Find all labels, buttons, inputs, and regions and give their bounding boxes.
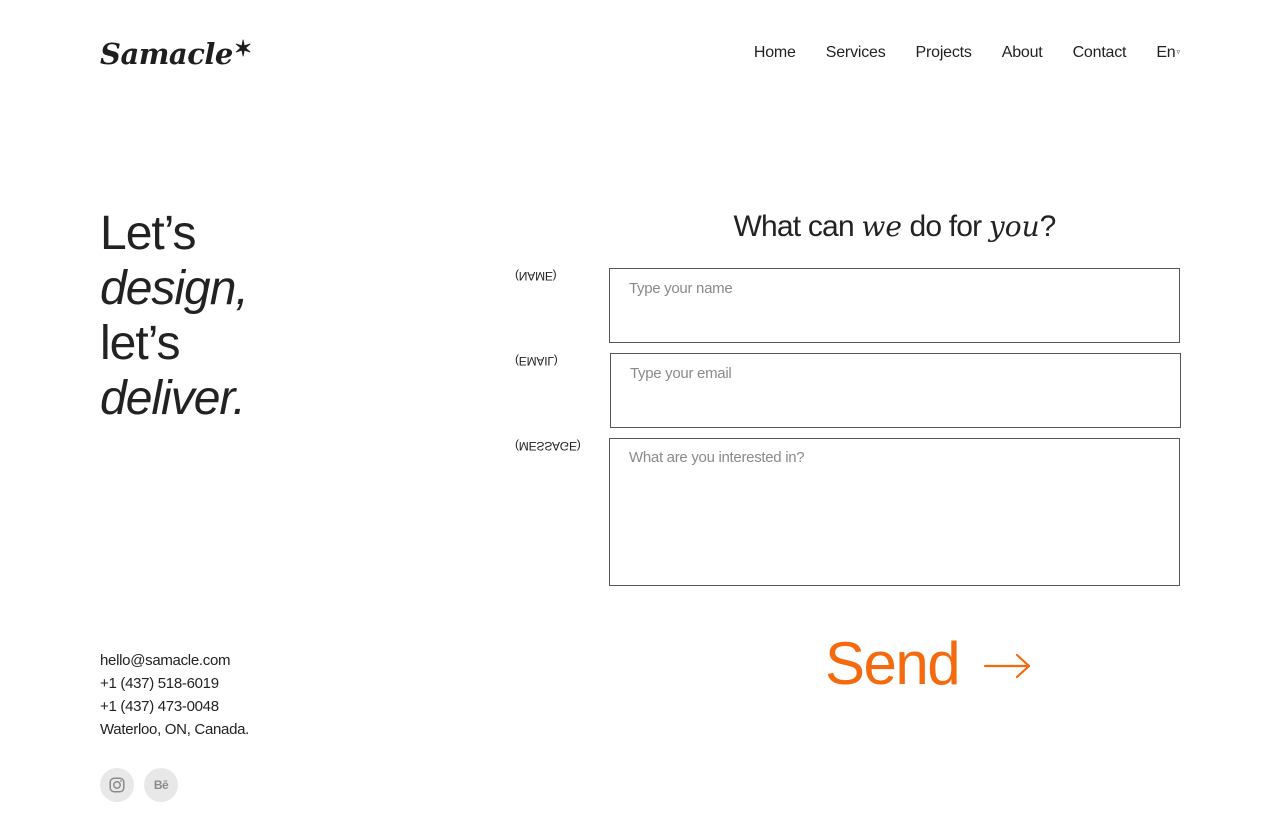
instagram-icon [109,777,125,793]
send-button[interactable]: Send [825,628,1033,700]
email-label-text: (EMAIL) [515,354,558,368]
contact-phone[interactable]: +1 (437) 473-0048 [100,695,249,718]
behance-button[interactable]: Bē [144,768,178,802]
hero-line: Let’s [100,207,197,260]
language-selector[interactable]: En ▿ [1156,42,1180,64]
instagram-button[interactable] [100,768,134,802]
form-title-text: ? [1039,210,1057,243]
form-title-you: you [988,210,1040,243]
email-label: (EMAIL) [515,354,558,368]
brand-logo[interactable]: Samacle✶ [100,36,252,75]
send-label: Send [825,630,961,697]
message-textarea[interactable] [609,438,1180,586]
hero-heading: Let’s design, let’s deliver. [100,206,249,426]
contact-info: hello@samacle.com +1 (437) 518-6019 +1 (… [100,649,249,741]
caret-down-icon: ▿ [1176,49,1180,56]
hero-line: deliver. [100,372,246,425]
nav-services[interactable]: Services [826,42,886,64]
social-links: Bē [100,768,188,802]
message-label-text: (MESSAGE) [515,439,581,453]
form-title-we: we [861,210,902,243]
message-label: (MESSAGE) [515,439,581,453]
form-title: What can we do for you? [609,207,1180,247]
hero-line: let’s [100,317,180,370]
contact-email[interactable]: hello@samacle.com [100,649,249,672]
nav-contact[interactable]: Contact [1073,42,1127,64]
contact-phone[interactable]: +1 (437) 518-6019 [100,672,249,695]
brand-name: Samacle [100,37,233,71]
arrow-right-icon [984,653,1031,679]
star-icon: ✶ [233,36,252,62]
email-input[interactable] [610,353,1181,428]
name-label-text: (NAME) [515,269,557,283]
nav-about[interactable]: About [1002,42,1043,64]
form-title-text: What can [733,210,862,243]
name-input[interactable] [609,268,1180,343]
name-label: (NAME) [515,269,556,283]
nav-projects[interactable]: Projects [916,42,972,64]
language-label: En [1156,44,1176,61]
form-title-text: do for [901,210,989,243]
main-nav: Home Services Projects About Contact En … [754,42,1180,64]
behance-icon: Bē [153,778,169,792]
hero-line: design, [100,262,249,315]
nav-home[interactable]: Home [754,42,796,64]
contact-address: Waterloo, ON, Canada. [100,721,250,738]
